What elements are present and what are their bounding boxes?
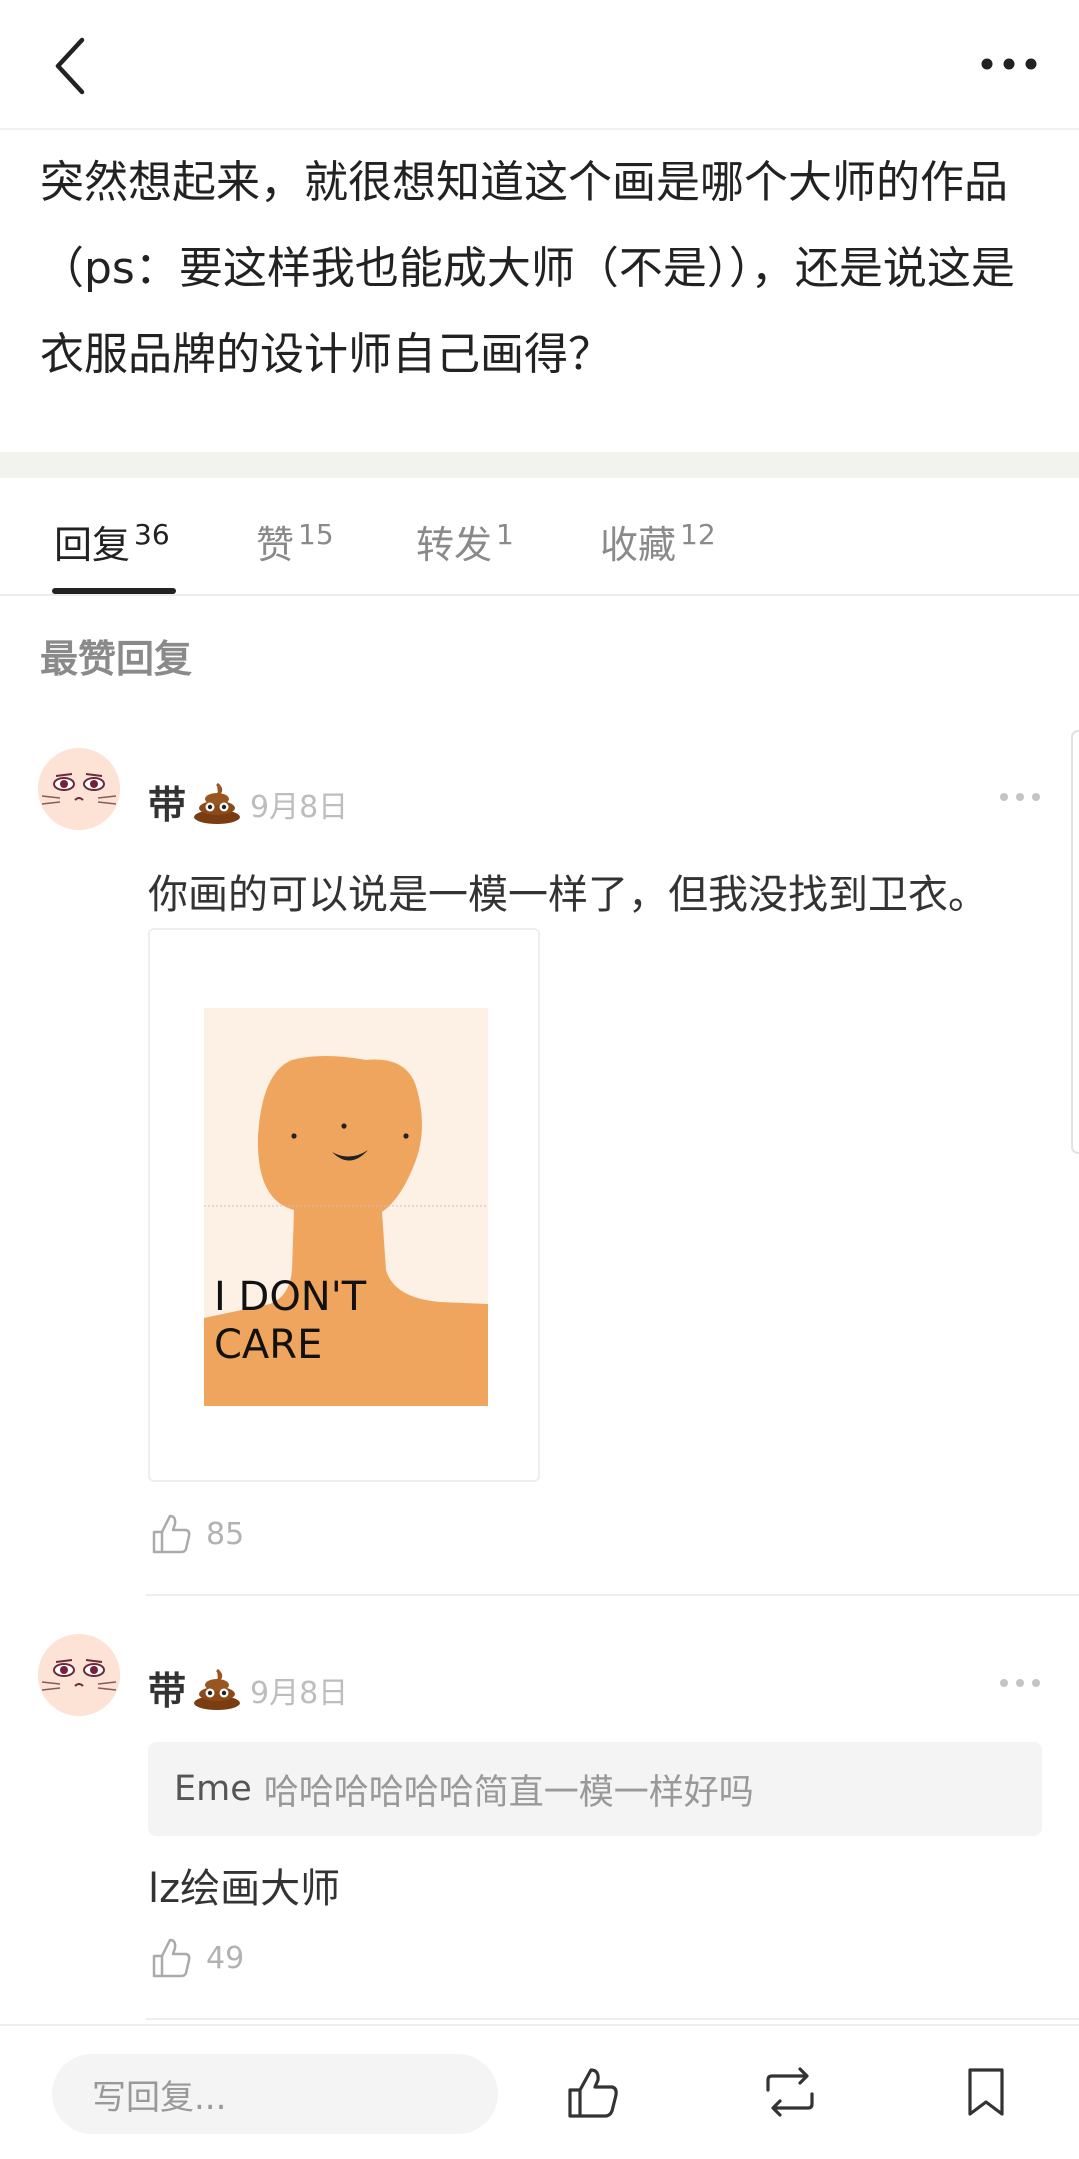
tab-replies-label: 回复 bbox=[54, 523, 131, 567]
section-separator bbox=[0, 452, 1079, 478]
post-body-text: 突然想起来，就很想知道这个画是哪个大师的作品（ps：要这样我也能成大师（不是））… bbox=[40, 157, 1015, 380]
divider bbox=[0, 128, 1079, 130]
bookmark-icon[interactable] bbox=[958, 2064, 1014, 2120]
illustration-caption-line2: CARE bbox=[214, 1322, 322, 1368]
divider bbox=[146, 2018, 1079, 2020]
repost-icon[interactable] bbox=[762, 2064, 818, 2120]
comment-text: lz绘画大师 bbox=[148, 1866, 341, 1912]
top-bar bbox=[0, 0, 1079, 130]
bottom-action-bar: 写回复... bbox=[0, 2024, 1079, 2159]
tab-favorites-count: 12 bbox=[680, 518, 716, 551]
tab-replies-count: 36 bbox=[134, 518, 170, 551]
tab-favorites-label: 收藏 bbox=[600, 523, 677, 567]
active-tab-indicator bbox=[52, 588, 176, 594]
section-title: 最赞回复 bbox=[40, 637, 193, 681]
comment-date: 9月8日 bbox=[250, 790, 349, 825]
comment-username[interactable]: 带 bbox=[148, 1660, 242, 1715]
tab-reposts[interactable]: 转发 1 bbox=[416, 514, 514, 569]
avatar[interactable] bbox=[38, 1634, 120, 1716]
reply-input[interactable]: 写回复... bbox=[52, 2054, 498, 2134]
cat-face-icon bbox=[38, 748, 120, 830]
comment-image[interactable]: I DON'T CARE bbox=[148, 928, 540, 1482]
thumbs-up-icon bbox=[152, 1938, 191, 1978]
tab-likes-count: 15 bbox=[298, 518, 334, 551]
like-icon[interactable] bbox=[564, 2064, 620, 2120]
tab-favorites[interactable]: 收藏 12 bbox=[600, 514, 716, 569]
cat-face-icon bbox=[38, 1634, 120, 1716]
illustration-caption-line1: I DON'T bbox=[214, 1274, 367, 1320]
quoted-username: Eme bbox=[174, 1769, 252, 1809]
poop-emoji-icon bbox=[194, 782, 241, 824]
like-count: 49 bbox=[206, 1940, 245, 1976]
back-arrow-icon[interactable] bbox=[46, 34, 98, 98]
poop-emoji-icon bbox=[194, 1668, 241, 1710]
tab-reposts-label: 转发 bbox=[416, 523, 493, 567]
avatar[interactable] bbox=[38, 748, 120, 830]
tab-bar: 回复 36 赞 15 转发 1 收藏 12 bbox=[0, 478, 1079, 596]
like-count: 85 bbox=[206, 1516, 245, 1552]
illustration-image: I DON'T CARE bbox=[204, 1008, 488, 1406]
quoted-reply[interactable]: Eme 哈哈哈哈哈哈简直一模一样好吗 bbox=[148, 1742, 1042, 1836]
comment-text: 你画的可以说是一模一样了，但我没找到卫衣。 bbox=[148, 872, 988, 918]
more-options-icon[interactable] bbox=[979, 44, 1039, 84]
comment-date: 9月8日 bbox=[250, 1676, 349, 1711]
comment-more-icon[interactable] bbox=[998, 1676, 1042, 1690]
tab-replies[interactable]: 回复 36 bbox=[54, 514, 170, 569]
tab-reposts-count: 1 bbox=[496, 518, 514, 551]
like-button[interactable]: 49 bbox=[150, 1936, 244, 1980]
divider bbox=[146, 1594, 1079, 1596]
username-text: 带 bbox=[148, 783, 187, 827]
comment-username[interactable]: 带 bbox=[148, 774, 242, 829]
quoted-text: 哈哈哈哈哈哈简直一模一样好吗 bbox=[263, 1772, 754, 1813]
username-text: 带 bbox=[148, 1669, 187, 1713]
scrollbar-thumb[interactable] bbox=[1071, 730, 1079, 1154]
tab-likes[interactable]: 赞 15 bbox=[256, 514, 334, 569]
thumbs-up-icon bbox=[152, 1514, 191, 1554]
comment-more-icon[interactable] bbox=[998, 790, 1042, 804]
like-button[interactable]: 85 bbox=[150, 1512, 244, 1556]
tab-likes-label: 赞 bbox=[256, 523, 295, 567]
